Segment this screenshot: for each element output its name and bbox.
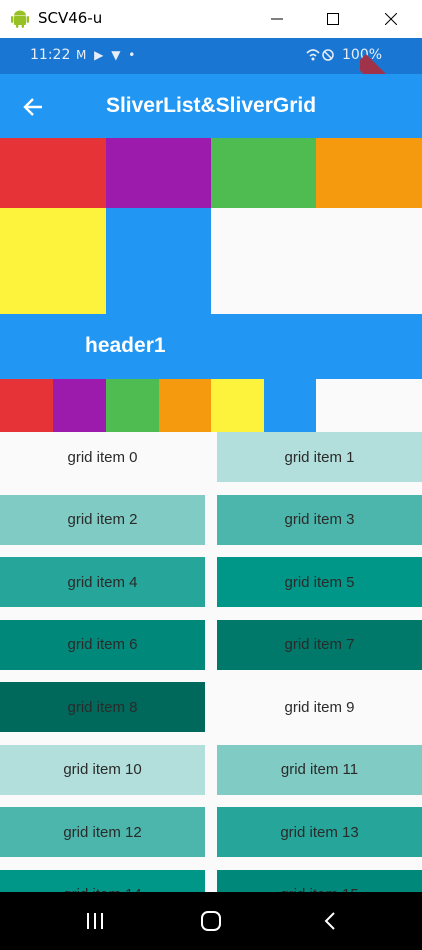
grid-item-label: grid item 13 [280, 823, 359, 841]
grid-item[interactable]: grid item 6 [0, 619, 205, 670]
grid-item[interactable]: grid item 1 [217, 432, 422, 482]
notification-icons: M ▶ ▼ • [76, 48, 138, 62]
grid-item-label: grid item 5 [284, 573, 355, 591]
color-block-orange [316, 138, 422, 208]
color-block-purple [53, 379, 106, 432]
close-icon [385, 13, 397, 25]
minimize-icon [271, 18, 283, 20]
color-block-yellow [211, 379, 264, 432]
wifi-icon [305, 47, 335, 67]
grid-item[interactable]: grid item 0 [0, 432, 205, 482]
grid-item-label: grid item 3 [284, 511, 355, 528]
grid-item[interactable]: grid item 10 [0, 744, 205, 795]
page-title: SliverList&SliverGrid [105, 94, 317, 117]
sliver-header: header1 [0, 314, 422, 379]
color-block-red [0, 379, 53, 432]
color-block-green [106, 379, 159, 432]
grid-item-label: grid item 12 [63, 823, 142, 841]
grid-item-label: grid item 8 [67, 698, 138, 716]
grid-item[interactable]: grid item 11 [217, 744, 422, 795]
home-icon [201, 911, 221, 931]
color-block-orange [159, 379, 211, 432]
grid-item[interactable]: grid item 9 [217, 682, 422, 732]
grid-item-label: grid item 4 [67, 573, 138, 591]
grid-item-label: grid item 7 [284, 636, 355, 653]
color-block-blue [264, 379, 316, 432]
color-block-yellow [0, 208, 106, 314]
grid-item[interactable]: grid item 13 [217, 807, 422, 857]
grid-item-label: grid item 0 [67, 448, 138, 466]
recents-button[interactable] [75, 906, 115, 936]
color-block-green [211, 138, 316, 208]
grid-item-label: grid item 9 [284, 698, 355, 716]
status-time: 11:22 [30, 47, 71, 63]
header-label: header1 [85, 334, 166, 357]
grid-item[interactable]: grid item 5 [217, 557, 422, 607]
grid-item[interactable]: grid item 12 [0, 807, 205, 857]
recents-icon [87, 913, 103, 929]
back-nav-icon [324, 912, 335, 930]
window-title-bar: SCV46-u [0, 0, 422, 38]
close-button[interactable] [362, 0, 420, 38]
color-block-red [0, 138, 106, 208]
maximize-button[interactable] [304, 0, 362, 38]
app-bar: SliverList&SliverGrid [0, 74, 422, 138]
grid-item[interactable]: grid item 7 [217, 619, 422, 670]
color-block-purple [106, 138, 211, 208]
home-button[interactable] [191, 906, 231, 936]
maximize-icon [327, 13, 339, 25]
grid-item[interactable]: grid item 8 [0, 682, 205, 732]
status-bar: 11:22 M ▶ ▼ • 100% [0, 38, 422, 74]
grid-item-label: grid item 1 [284, 448, 355, 466]
grid-item[interactable]: grid item 4 [0, 557, 205, 607]
grid-item[interactable]: grid item 3 [217, 494, 422, 545]
navigation-bar [0, 892, 422, 950]
grid-item-label: grid item 11 [280, 761, 359, 778]
grid-item[interactable]: grid item 2 [0, 494, 205, 545]
color-block-blue [106, 208, 211, 314]
grid-item-label: grid item 10 [63, 761, 142, 778]
grid-item-label: grid item 6 [67, 636, 138, 653]
grid-item-label: grid item 2 [67, 511, 138, 528]
minimize-button[interactable] [248, 0, 306, 38]
android-icon [11, 10, 29, 28]
back-nav-button[interactable] [310, 906, 350, 936]
window-title: SCV46-u [38, 9, 103, 27]
